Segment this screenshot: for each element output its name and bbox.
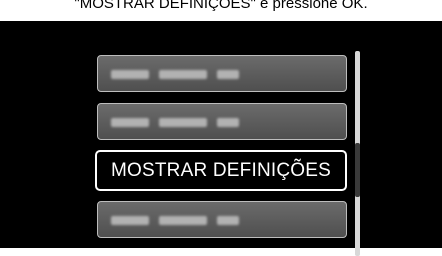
- blurred-label: [111, 118, 239, 127]
- camera-menu-screen: MOSTRAR DEFINIÇÕES: [0, 21, 442, 256]
- blurred-label: [111, 70, 239, 79]
- menu-item-2[interactable]: [97, 103, 347, 140]
- menu-item-label: MOSTRAR DEFINIÇÕES: [110, 160, 331, 181]
- scrollbar[interactable]: [355, 51, 360, 256]
- scrollbar-thumb[interactable]: [355, 143, 360, 197]
- menu-item-4[interactable]: [97, 201, 347, 238]
- menu-item-1[interactable]: [97, 55, 347, 92]
- instruction-caption: "MOSTRAR DEFINIÇÕES" e pressione OK.: [74, 0, 368, 12]
- blurred-label: [111, 216, 239, 225]
- menu-item-mostrar-definicoes[interactable]: MOSTRAR DEFINIÇÕES: [95, 150, 347, 191]
